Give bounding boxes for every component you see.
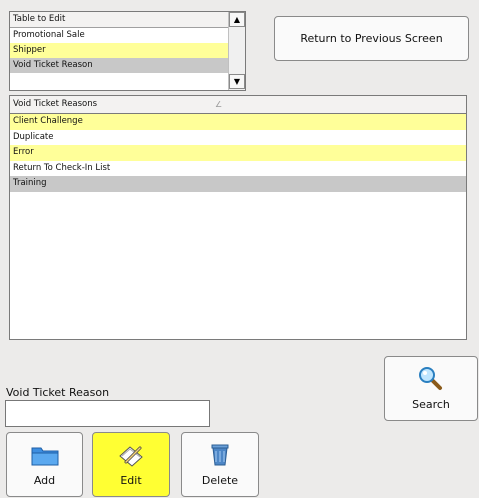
- table-to-edit-header: Table to Edit: [10, 12, 228, 28]
- folder-icon: [30, 442, 60, 468]
- edit-pencil-icon: [116, 442, 146, 468]
- search-button-label: Search: [412, 398, 450, 411]
- edit-button-label: Edit: [120, 474, 142, 487]
- list-item[interactable]: Void Ticket Reason: [10, 58, 228, 73]
- table-row[interactable]: Return To Check-In List: [10, 160, 466, 176]
- sort-indicator-icon: ∠: [215, 100, 223, 109]
- delete-button[interactable]: Delete: [181, 432, 259, 497]
- vertical-scrollbar[interactable]: ▲ ▼: [228, 12, 245, 90]
- list-item[interactable]: Promotional Sale: [10, 28, 228, 43]
- return-button-label: Return to Previous Screen: [300, 32, 443, 45]
- magnifier-icon: [416, 366, 446, 392]
- add-button-label: Add: [33, 474, 56, 487]
- table-row[interactable]: Client Challenge: [10, 114, 466, 130]
- void-ticket-reason-label: Void Ticket Reason: [6, 386, 110, 399]
- column-header-void-ticket-reasons[interactable]: Void Ticket Reasons ∠: [10, 96, 466, 114]
- recycle-bin-icon: [205, 442, 235, 468]
- edit-button[interactable]: Edit: [92, 432, 170, 497]
- void-ticket-reason-input[interactable]: [5, 400, 210, 427]
- scroll-up-button[interactable]: ▲: [229, 12, 245, 27]
- table-row[interactable]: Training: [10, 176, 466, 192]
- delete-button-label: Delete: [201, 474, 239, 487]
- table-row[interactable]: Error: [10, 145, 466, 161]
- list-item[interactable]: Shipper: [10, 43, 228, 58]
- table-row[interactable]: Duplicate: [10, 129, 466, 145]
- column-header-label: Void Ticket Reasons: [13, 99, 98, 109]
- search-button[interactable]: Search: [384, 356, 478, 421]
- void-ticket-reasons-table[interactable]: Void Ticket Reasons ∠ Client Challenge D…: [9, 95, 467, 340]
- return-to-previous-screen-button[interactable]: Return to Previous Screen: [274, 16, 469, 61]
- add-button[interactable]: Add: [6, 432, 83, 497]
- table-to-edit-list[interactable]: Table to Edit Promotional Sale Shipper V…: [9, 11, 246, 91]
- scroll-down-button[interactable]: ▼: [229, 74, 245, 89]
